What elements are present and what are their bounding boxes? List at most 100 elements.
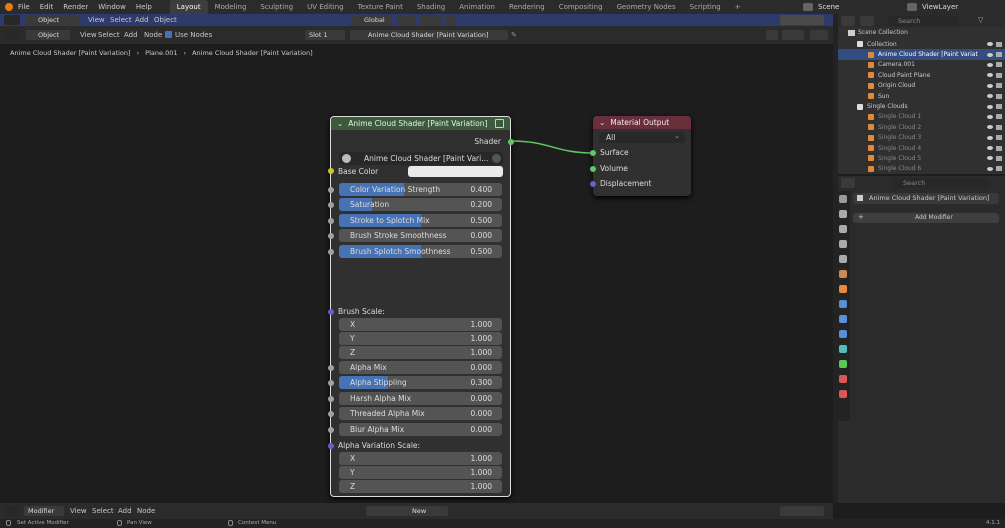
visibility-eye-icon[interactable]	[987, 52, 993, 57]
node-editor-type-button[interactable]	[4, 30, 20, 40]
scene-collection-row[interactable]: Scene Collection	[848, 29, 908, 36]
filter-icon[interactable]: ▽	[978, 16, 983, 24]
render-camera-icon[interactable]	[996, 83, 1002, 89]
slider-field[interactable]: Stroke to Splotch Mix 0.500	[339, 213, 502, 227]
properties-tab-icon[interactable]	[839, 345, 847, 353]
input-socket[interactable]	[328, 365, 334, 371]
visibility-eye-icon[interactable]	[987, 166, 993, 171]
fake-user-icon[interactable]	[492, 154, 501, 163]
visibility-eye-icon[interactable]	[987, 156, 993, 161]
viewlayer-name[interactable]: ViewLayer	[922, 3, 958, 11]
collapse-chevron-icon[interactable]: ⌄	[337, 119, 343, 128]
tab--[interactable]: +	[728, 0, 748, 14]
group-node[interactable]: ⌄ Anime Cloud Shader [Paint Variation] S…	[328, 116, 514, 497]
input-socket[interactable]	[328, 380, 334, 387]
vector-z-field[interactable]: Z 1.000	[339, 480, 502, 493]
material-output-node[interactable]: ⌄ Material Output All ⌄ Surface Volume D…	[590, 116, 691, 196]
properties-tab-icon[interactable]	[839, 195, 847, 203]
proportional-button[interactable]	[446, 15, 456, 25]
orientation-dropdown[interactable]: Global	[352, 15, 392, 25]
render-camera-icon[interactable]	[996, 93, 1002, 99]
material-output-header[interactable]: ⌄ Material Output	[593, 116, 691, 129]
slider-field[interactable]: Harsh Alpha Mix 0.000	[339, 391, 502, 405]
menu-help[interactable]: Help	[136, 3, 152, 11]
render-camera-icon[interactable]	[996, 114, 1002, 120]
bottom-editor-dropdown[interactable]: Modifier	[24, 506, 64, 516]
shader-output-socket[interactable]	[508, 139, 514, 145]
render-camera-icon[interactable]	[996, 166, 1002, 172]
tab-modeling[interactable]: Modeling	[208, 0, 254, 14]
breadcrumb-item[interactable]: Plane.001	[145, 49, 177, 57]
display-mode-button[interactable]	[860, 16, 874, 26]
tab-rendering[interactable]: Rendering	[502, 0, 552, 14]
visibility-eye-icon[interactable]	[987, 135, 993, 140]
target-dropdown[interactable]: All ⌄	[599, 132, 685, 143]
tab-sculpting[interactable]: Sculpting	[253, 0, 300, 14]
shader-type-dropdown[interactable]: Object	[26, 30, 70, 40]
bottom-gizmo-button[interactable]	[780, 506, 824, 516]
render-camera-icon[interactable]	[996, 62, 1002, 68]
properties-tab-icon[interactable]	[839, 330, 847, 338]
properties-tab-icon[interactable]	[839, 255, 847, 263]
outliner-row[interactable]: Cloud Paint Plane	[838, 70, 1005, 80]
outliner-row[interactable]: Anime Cloud Shader [Paint Variat	[838, 49, 1005, 60]
visibility-eye-icon[interactable]	[987, 73, 993, 78]
properties-tab-icon[interactable]	[839, 315, 847, 323]
properties-tab-icon[interactable]	[839, 360, 847, 368]
render-camera-icon[interactable]	[996, 104, 1002, 110]
vp-select-menu[interactable]: Select	[110, 16, 132, 24]
base-color-socket[interactable]	[328, 168, 334, 174]
outliner-row[interactable]: Origin Cloud	[838, 81, 1005, 91]
visibility-eye-icon[interactable]	[987, 146, 993, 151]
ne-view-menu[interactable]: View	[80, 31, 97, 39]
ne-select-menu[interactable]: Select	[98, 31, 120, 39]
properties-tab-icon[interactable]	[839, 285, 847, 293]
vp-view-menu[interactable]: View	[88, 16, 105, 24]
vector-z-field[interactable]: Z 1.000	[339, 346, 502, 359]
new-material-button[interactable]: New	[366, 506, 448, 516]
slider-field[interactable]: Alpha Stippling 0.300	[339, 376, 502, 390]
properties-tab-icon[interactable]	[839, 270, 847, 278]
tab-animation[interactable]: Animation	[452, 0, 502, 14]
tab-scripting[interactable]: Scripting	[683, 0, 728, 14]
object-mode-dropdown[interactable]: Object Mode	[26, 15, 80, 34]
editor-type-button[interactable]	[4, 15, 20, 25]
menu-window[interactable]: Window	[98, 3, 126, 11]
add-modifier-button[interactable]: + Add Modifier	[853, 213, 999, 223]
viewlayer-icon[interactable]	[907, 3, 917, 11]
outliner-row[interactable]: Single Cloud 5	[838, 153, 1005, 163]
shading-solid-button[interactable]	[780, 15, 824, 25]
menu-edit[interactable]: Edit	[40, 3, 54, 11]
outliner-row[interactable]: Single Cloud 2	[838, 122, 1005, 132]
be-select-menu[interactable]: Select	[92, 507, 114, 515]
input-socket[interactable]	[328, 217, 334, 224]
outliner-row[interactable]: Single Cloud 1	[838, 112, 1005, 122]
input-socket[interactable]	[328, 248, 334, 255]
slider-field[interactable]: Saturation 0.200	[339, 198, 502, 212]
overlay-button[interactable]	[766, 30, 778, 40]
alpha-scale-socket[interactable]	[328, 443, 334, 449]
volume-socket[interactable]	[590, 166, 596, 172]
be-add-menu[interactable]: Add	[118, 507, 132, 515]
tab-uv-editing[interactable]: UV Editing	[300, 0, 351, 14]
slider-field[interactable]: Brush Splotch Smoothness 0.500	[339, 244, 502, 258]
visibility-eye-icon[interactable]	[987, 94, 993, 99]
gizmo-button[interactable]	[810, 30, 828, 40]
outliner-row[interactable]: Camera.001	[838, 60, 1005, 70]
outliner-row[interactable]: Single Cloud 6	[838, 164, 1005, 174]
render-camera-icon[interactable]	[996, 155, 1002, 161]
ne-add-menu[interactable]: Add	[124, 31, 138, 39]
breadcrumb-item[interactable]: Anime Cloud Shader [Paint Variation]	[10, 49, 131, 57]
properties-tab-icon[interactable]	[839, 240, 847, 248]
displacement-socket[interactable]	[590, 181, 596, 187]
scene-icon[interactable]	[803, 3, 813, 11]
properties-tab-icon[interactable]	[839, 375, 847, 383]
menu-render[interactable]: Render	[63, 3, 88, 11]
scene-name[interactable]: Scene	[818, 3, 839, 11]
vector-x-field[interactable]: X 1.000	[339, 452, 502, 465]
ne-node-menu[interactable]: Node	[144, 31, 162, 39]
visibility-eye-icon[interactable]	[987, 114, 993, 119]
base-color-swatch[interactable]	[408, 166, 503, 177]
render-camera-icon[interactable]	[996, 41, 1002, 47]
breadcrumb-item[interactable]: Anime Cloud Shader [Paint Variation]	[192, 49, 313, 57]
